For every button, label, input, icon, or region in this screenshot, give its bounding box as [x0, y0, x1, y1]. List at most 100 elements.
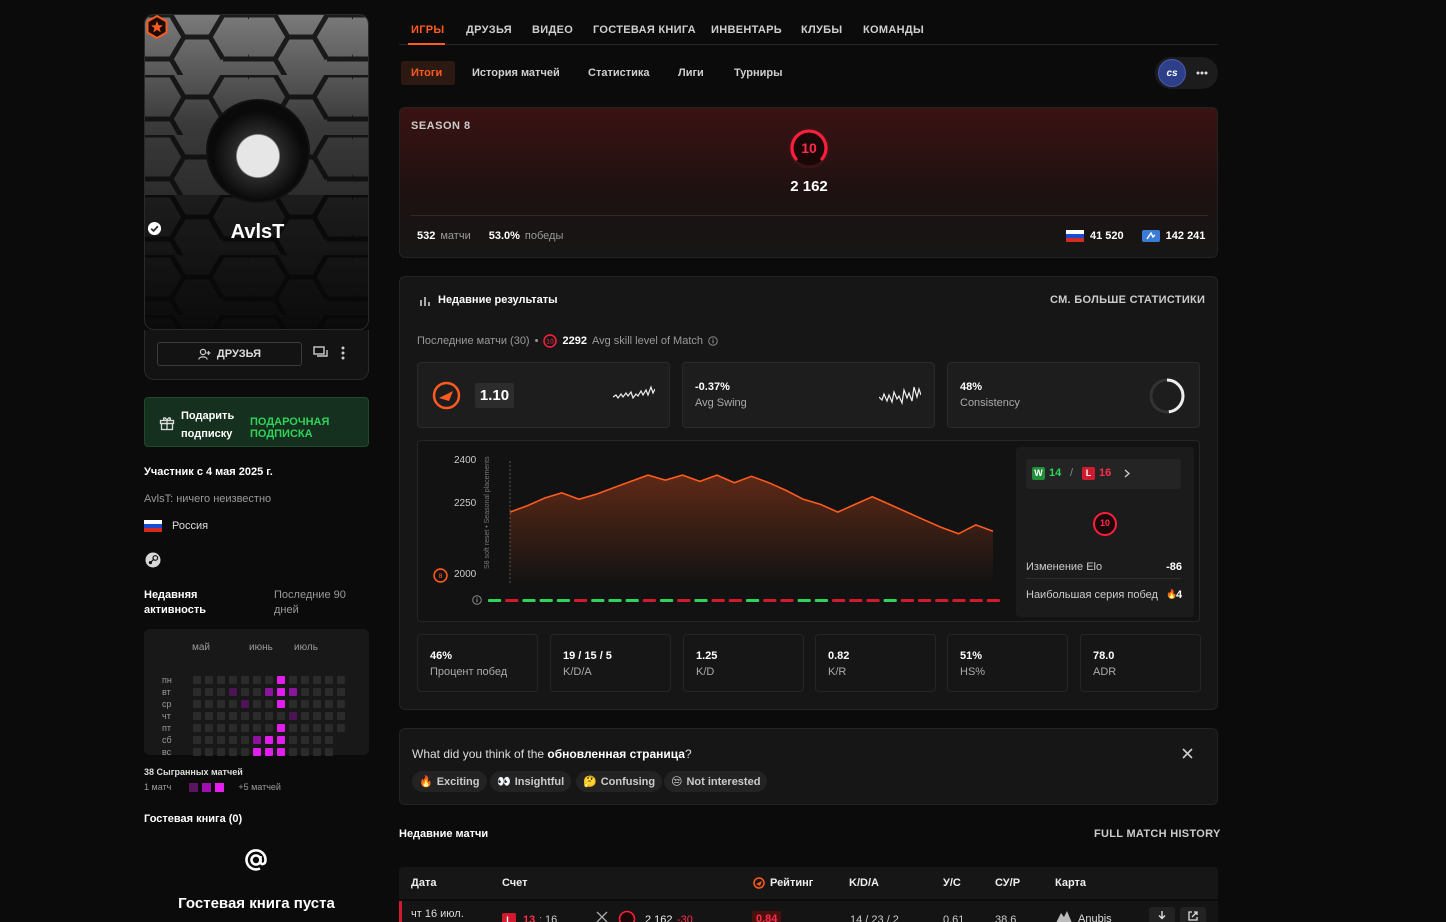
consistency-ring — [1149, 378, 1185, 414]
match-result-mark[interactable] — [883, 599, 897, 602]
losses-badge: L — [1082, 467, 1095, 480]
profile-banner: AvlsT — [144, 14, 369, 330]
russia-flag-icon — [1066, 230, 1084, 242]
match-result-mark[interactable] — [849, 599, 863, 602]
match-result-mark[interactable] — [660, 599, 674, 602]
col-kda[interactable]: K/D/A — [849, 877, 879, 889]
match-result-mark[interactable] — [574, 599, 588, 602]
recent-activity-period: Последние 90 дней — [274, 588, 346, 618]
match-result-mark[interactable] — [969, 599, 983, 602]
match-result-mark[interactable] — [918, 599, 932, 602]
match-result-mark[interactable] — [780, 599, 794, 602]
match-result-mark[interactable] — [952, 599, 966, 602]
close-icon[interactable] — [1182, 748, 1193, 759]
game-selector[interactable]: cs — [1155, 57, 1218, 89]
verified-icon — [147, 221, 162, 236]
heatmap-cell — [241, 748, 249, 756]
chat-icon[interactable] — [313, 346, 329, 360]
skill-level-value: 10 — [801, 140, 817, 156]
heatmap-cell — [289, 700, 297, 708]
heatmap-weekday: пн — [162, 675, 172, 685]
col-rating[interactable]: Рейтинг — [770, 877, 813, 889]
more-vertical-icon[interactable] — [341, 346, 345, 360]
open-match-button[interactable] — [1180, 907, 1206, 922]
table-row[interactable]: чт 16 июл. L 13 : 16 2 162 -30 0.84 14 /… — [399, 901, 1218, 922]
tab-video[interactable]: ВИДЕО — [532, 24, 573, 36]
match-result-mark[interactable] — [488, 599, 502, 602]
col-date[interactable]: Дата — [411, 877, 436, 889]
match-result-mark[interactable] — [539, 599, 553, 602]
heatmap-cell — [229, 724, 237, 732]
match-result-mark[interactable] — [711, 599, 725, 602]
steam-icon[interactable] — [145, 552, 161, 568]
feedback-option-confusing[interactable]: 🤔 Confusing — [576, 771, 663, 792]
more-horizontal-icon[interactable] — [1196, 71, 1208, 75]
region-rank[interactable]: 142 241 — [1166, 230, 1206, 242]
match-result-mark[interactable] — [746, 599, 760, 602]
profile-bio: AvlsT: ничего неизвестно — [144, 493, 272, 505]
subtab-overview[interactable]: Итоги — [411, 67, 442, 79]
match-result-mark[interactable] — [935, 599, 949, 602]
gift-text-line1: Подарить — [181, 410, 235, 422]
tab-friends[interactable]: ДРУЗЬЯ — [466, 24, 512, 36]
match-result-mark[interactable] — [832, 599, 846, 602]
guestbook-empty: Гостевая книга пуста — [178, 895, 335, 912]
match-date: чт 16 июл. — [411, 908, 464, 920]
col-kr[interactable]: СУ/Р — [995, 877, 1020, 889]
match-result-mark[interactable] — [505, 599, 519, 602]
match-result-mark[interactable] — [866, 599, 880, 602]
skill-level-icon: 8 — [433, 568, 448, 583]
info-icon[interactable] — [708, 336, 718, 346]
avatar[interactable] — [206, 99, 310, 203]
match-result-mark[interactable] — [900, 599, 914, 602]
heatmap-cell — [289, 748, 297, 756]
country-rank[interactable]: 41 520 — [1090, 230, 1124, 242]
match-result-mark[interactable] — [556, 599, 570, 602]
heatmap-weekday: вс — [162, 747, 172, 757]
stat-card-winrate: 46% Процент побед — [417, 634, 538, 692]
subtab-tournaments[interactable]: Турниры — [734, 67, 783, 79]
heatmap-cell — [229, 688, 237, 696]
col-map[interactable]: Карта — [1055, 877, 1086, 889]
match-result-mark[interactable] — [522, 599, 536, 602]
match-result-mark[interactable] — [763, 599, 777, 602]
heatmap-cell — [241, 688, 249, 696]
friends-button[interactable]: ДРУЗЬЯ — [157, 342, 302, 366]
download-demo-button[interactable] — [1149, 907, 1175, 922]
match-result-mark[interactable] — [625, 599, 639, 602]
crossed-swords-icon — [596, 911, 608, 922]
rating-gauge-icon — [753, 877, 765, 889]
subtab-leagues[interactable]: Лиги — [678, 67, 704, 79]
match-result-mark[interactable] — [677, 599, 691, 602]
col-kd[interactable]: У/С — [943, 877, 961, 889]
tab-clubs[interactable]: КЛУБЫ — [801, 24, 842, 36]
match-result-mark[interactable] — [642, 599, 656, 602]
more-stats-link[interactable]: СМ. БОЛЬШЕ СТАТИСТИКИ — [1050, 294, 1205, 306]
match-result-mark[interactable] — [986, 599, 1000, 602]
match-result-mark[interactable] — [608, 599, 622, 602]
match-result-mark[interactable] — [814, 599, 828, 602]
gift-subscription-banner[interactable]: Подарить подписку ПОДАРОЧНАЯ ПОДПИСКА — [144, 397, 369, 447]
full-history-link[interactable]: FULL MATCH HISTORY — [1094, 828, 1221, 840]
profile-name: AvlsT — [230, 221, 285, 243]
gift-action-link[interactable]: ПОДАРОЧНАЯ ПОДПИСКА — [250, 416, 368, 440]
feedback-option-exciting[interactable]: 🔥 Exciting — [412, 771, 487, 792]
feedback-option-insightful[interactable]: 👀 Insightful — [490, 771, 572, 792]
feedback-option-not-interested[interactable]: 😒 Not interested — [664, 771, 768, 792]
match-result-mark[interactable] — [728, 599, 742, 602]
match-result-mark[interactable] — [694, 599, 708, 602]
info-icon[interactable] — [472, 595, 482, 605]
tab-guestbook[interactable]: ГОСТЕВАЯ КНИГА — [593, 24, 696, 36]
heatmap-cell — [325, 724, 333, 732]
heatmap-cell — [217, 712, 225, 720]
tab-teams[interactable]: КОМАНДЫ — [863, 24, 924, 36]
col-score[interactable]: Счет — [502, 877, 528, 889]
tab-inventory[interactable]: ИНВЕНТАРЬ — [711, 24, 782, 36]
match-result-mark[interactable] — [797, 599, 811, 602]
heatmap-cell — [253, 712, 261, 720]
win-loss-row[interactable]: W 14 / L 16 — [1026, 459, 1181, 489]
tab-games[interactable]: ИГРЫ — [411, 24, 444, 36]
subtab-match-history[interactable]: История матчей — [472, 67, 560, 79]
subtab-stats[interactable]: Статистика — [588, 67, 650, 79]
match-result-mark[interactable] — [591, 599, 605, 602]
